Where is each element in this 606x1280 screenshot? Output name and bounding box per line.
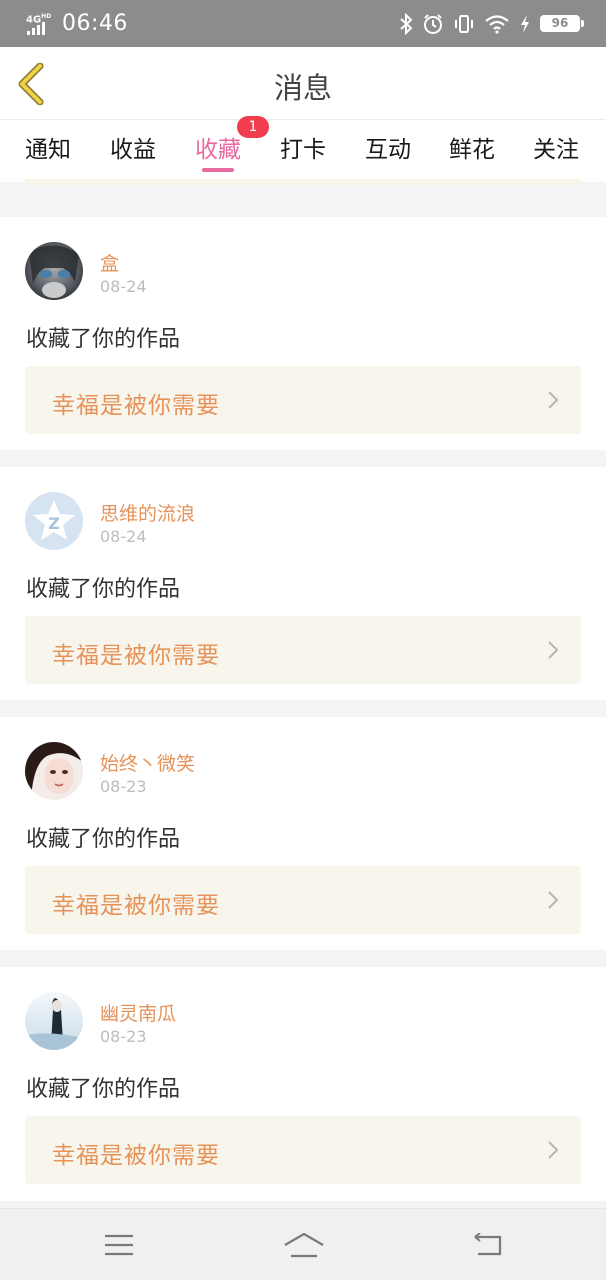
battery-icon: 96 [540, 15, 584, 32]
chevron-right-icon [548, 1141, 559, 1159]
avatar[interactable] [25, 992, 83, 1050]
avatar[interactable] [25, 242, 83, 300]
vibrate-icon [455, 14, 473, 33]
signal-icon: 4GHD [26, 11, 56, 37]
home-icon[interactable] [283, 1231, 325, 1259]
user-name[interactable]: 思维的流浪 [100, 499, 195, 526]
alarm-icon [424, 13, 442, 34]
user-name[interactable]: 盒 [100, 249, 119, 276]
wifi-icon [485, 14, 509, 34]
notification-card: Z 思维的流浪 08-24 收藏了你的作品 幸福是被你需要 [0, 467, 606, 700]
work-link[interactable]: 幸福是被你需要 [25, 366, 581, 434]
work-title: 幸福是被你需要 [52, 1143, 220, 1169]
battery-level: 96 [551, 16, 569, 30]
notification-card: 盒 08-24 收藏了你的作品 幸福是被你需要 [0, 217, 606, 450]
work-link[interactable]: 幸福是被你需要 [25, 616, 581, 684]
action-text: 收藏了你的作品 [26, 827, 181, 852]
work-title: 幸福是被你需要 [52, 643, 220, 669]
system-nav-bar [0, 1208, 606, 1280]
chevron-right-icon [548, 391, 559, 409]
work-link[interactable]: 幸福是被你需要 [25, 1116, 581, 1184]
work-title: 幸福是被你需要 [52, 893, 220, 919]
menu-icon[interactable] [104, 1234, 134, 1256]
page-title: 消息 [273, 71, 332, 105]
work-title: 幸福是被你需要 [52, 393, 220, 419]
action-text: 收藏了你的作品 [26, 1077, 181, 1102]
user-name[interactable]: 始终丶微笑 [100, 749, 195, 776]
notification-date: 08-23 [100, 1027, 147, 1046]
svg-text:Z: Z [48, 514, 60, 533]
notification-date: 08-24 [100, 527, 147, 546]
previous-card-edge [25, 179, 581, 185]
tab-flowers[interactable]: 鲜花 [437, 130, 507, 164]
tab-earnings[interactable]: 收益 [98, 130, 168, 164]
tab-interaction[interactable]: 互动 [353, 130, 423, 164]
action-text: 收藏了你的作品 [26, 327, 181, 352]
tab-badge: 1 [237, 116, 269, 138]
status-time: 06:46 [62, 11, 128, 36]
chevron-right-icon [548, 891, 559, 909]
notification-date: 08-23 [100, 777, 147, 796]
avatar[interactable]: Z [25, 492, 83, 550]
nav-bar: 消息 [0, 47, 606, 120]
notification-card: 始终丶微笑 08-23 收藏了你的作品 幸福是被你需要 [0, 717, 606, 950]
tab-follow[interactable]: 关注 [521, 130, 591, 164]
charging-icon [521, 14, 529, 33]
notification-date: 08-24 [100, 277, 147, 296]
notification-card: 幽灵南瓜 08-23 收藏了你的作品 幸福是被你需要 [0, 967, 606, 1201]
tab-bar: 通知 收益 收藏 打卡 互动 鲜花 关注 [0, 120, 606, 182]
avatar[interactable] [25, 742, 83, 800]
back-icon[interactable] [472, 1233, 504, 1257]
action-text: 收藏了你的作品 [26, 577, 181, 602]
chevron-right-icon [548, 641, 559, 659]
tab-checkin[interactable]: 打卡 [268, 130, 338, 164]
tab-notice[interactable]: 通知 [13, 130, 83, 164]
bluetooth-icon [400, 12, 413, 35]
user-name[interactable]: 幽灵南瓜 [100, 999, 176, 1026]
work-link[interactable]: 幸福是被你需要 [25, 866, 581, 934]
status-bar: 4GHD 06:46 96 [0, 0, 606, 47]
active-tab-indicator [202, 168, 234, 172]
